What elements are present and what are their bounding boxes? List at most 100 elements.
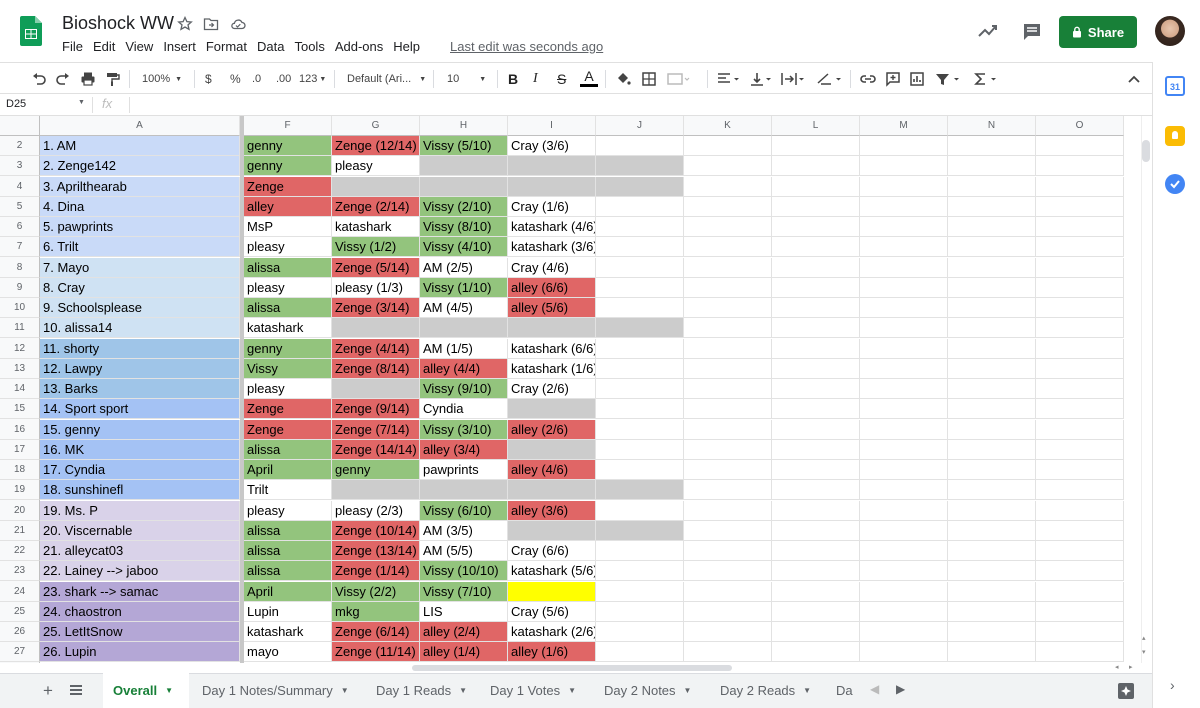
menu-edit[interactable]: Edit <box>93 39 115 55</box>
vote-cell[interactable] <box>596 439 684 460</box>
vote-cell[interactable]: Zenge <box>244 176 332 197</box>
vote-cell[interactable] <box>420 176 508 197</box>
vote-cell[interactable]: Zenge (10/14) <box>332 520 420 541</box>
vote-cell[interactable]: katashark <box>244 318 332 339</box>
column-header-g[interactable]: G <box>332 116 420 136</box>
empty-cell[interactable] <box>948 460 1036 480</box>
empty-cell[interactable] <box>684 358 772 379</box>
vote-cell[interactable]: Vissy (2/10) <box>420 196 508 217</box>
empty-cell[interactable] <box>1036 500 1124 521</box>
empty-cell[interactable] <box>1036 298 1124 318</box>
empty-cell[interactable] <box>772 277 860 298</box>
horizontal-align-icon[interactable] <box>716 71 742 87</box>
empty-cell[interactable] <box>684 419 772 440</box>
row-header[interactable]: 11 <box>0 318 40 339</box>
empty-cell[interactable] <box>684 439 772 460</box>
empty-cell[interactable] <box>772 561 860 582</box>
row-header[interactable]: 16 <box>0 419 40 440</box>
empty-cell[interactable] <box>684 460 772 480</box>
redo-icon[interactable] <box>55 71 71 87</box>
empty-cell[interactable] <box>684 500 772 521</box>
vote-cell[interactable] <box>508 480 596 501</box>
row-header[interactable]: 2 <box>0 136 40 156</box>
vote-cell[interactable]: Vissy (7/10) <box>420 581 508 602</box>
menu-view[interactable]: View <box>125 39 153 55</box>
vote-cell[interactable] <box>596 217 684 237</box>
sheet-tab[interactable]: Da <box>826 673 856 708</box>
vote-cell[interactable]: katashark <box>244 622 332 642</box>
vertical-scroll-thumb[interactable] <box>1142 140 1150 162</box>
empty-cell[interactable] <box>948 480 1036 501</box>
player-name-cell[interactable]: 13. Barks <box>40 379 240 399</box>
name-box[interactable]: D25 ▼ <box>6 98 85 110</box>
vote-cell[interactable]: katashark (2/6) <box>508 622 596 642</box>
vote-cell[interactable]: alley (6/6) <box>508 277 596 298</box>
vote-cell[interactable]: alley (5/6) <box>508 298 596 318</box>
vote-cell[interactable]: Zenge (7/14) <box>332 419 420 440</box>
empty-cell[interactable] <box>860 500 948 521</box>
empty-cell[interactable] <box>948 520 1036 541</box>
player-name-cell[interactable]: 15. genny <box>40 419 240 440</box>
empty-cell[interactable] <box>1036 622 1124 642</box>
vertical-scrollbar[interactable] <box>1141 116 1152 663</box>
empty-cell[interactable] <box>684 561 772 582</box>
font-size-select[interactable]: 10 ▼ <box>447 71 486 87</box>
empty-cell[interactable] <box>1036 581 1124 602</box>
vote-cell[interactable] <box>508 156 596 177</box>
vote-cell[interactable]: alley (2/4) <box>420 622 508 642</box>
decrease-decimal-button[interactable]: .0 <box>252 71 261 87</box>
calendar-icon[interactable]: 31 <box>1165 76 1185 96</box>
cloud-status-icon[interactable] <box>230 16 246 32</box>
tab-menu-caret-icon[interactable]: ▼ <box>165 686 173 695</box>
empty-cell[interactable] <box>948 217 1036 237</box>
empty-cell[interactable] <box>860 399 948 420</box>
vote-cell[interactable]: genny <box>244 156 332 177</box>
text-rotation-icon[interactable] <box>815 71 843 87</box>
scroll-left-arrow[interactable]: ◂ <box>1115 663 1119 671</box>
empty-cell[interactable] <box>1036 520 1124 541</box>
all-sheets-icon[interactable] <box>69 684 83 696</box>
column-header-i[interactable]: I <box>508 116 596 136</box>
empty-cell[interactable] <box>684 642 772 663</box>
empty-cell[interactable] <box>772 439 860 460</box>
empty-cell[interactable] <box>860 358 948 379</box>
player-name-cell[interactable]: 9. Schoolsplease <box>40 298 240 318</box>
empty-cell[interactable] <box>948 541 1036 561</box>
empty-cell[interactable] <box>772 379 860 399</box>
vote-cell[interactable] <box>596 601 684 622</box>
player-name-cell[interactable]: 8. Cray <box>40 277 240 298</box>
scroll-up-arrow[interactable]: ▴ <box>1142 634 1146 642</box>
player-name-cell[interactable]: 16. MK <box>40 439 240 460</box>
empty-cell[interactable] <box>860 480 948 501</box>
vote-cell[interactable] <box>596 298 684 318</box>
sheet-tab[interactable]: Day 1 Reads ▼ <box>366 673 476 708</box>
insert-comment-icon[interactable] <box>885 71 901 87</box>
empty-cell[interactable] <box>772 622 860 642</box>
empty-cell[interactable] <box>772 480 860 501</box>
vote-cell[interactable]: alley (4/6) <box>508 460 596 480</box>
vote-cell[interactable]: katashark (3/6) <box>508 237 596 258</box>
collapse-toolbar-icon[interactable] <box>1127 71 1141 87</box>
empty-cell[interactable] <box>772 399 860 420</box>
empty-cell[interactable] <box>772 217 860 237</box>
vote-cell[interactable]: Zenge (12/14) <box>332 136 420 156</box>
player-name-cell[interactable]: 11. shorty <box>40 338 240 359</box>
empty-cell[interactable] <box>1036 642 1124 663</box>
vote-cell[interactable]: April <box>244 581 332 602</box>
row-header[interactable]: 19 <box>0 480 40 501</box>
vote-cell[interactable]: Zenge (5/14) <box>332 257 420 278</box>
empty-cell[interactable] <box>948 439 1036 460</box>
vote-cell[interactable] <box>420 318 508 339</box>
empty-cell[interactable] <box>860 460 948 480</box>
empty-cell[interactable] <box>684 196 772 217</box>
vote-cell[interactable]: Zenge <box>244 399 332 420</box>
empty-cell[interactable] <box>860 176 948 197</box>
row-header[interactable]: 5 <box>0 196 40 217</box>
text-wrap-icon[interactable] <box>780 71 806 87</box>
vote-cell[interactable] <box>508 318 596 339</box>
empty-cell[interactable] <box>684 298 772 318</box>
spreadsheet-grid[interactable]: A F G H I J K L M N O 2 1. AM genny Zenge (12/14) Vissy… <box>0 116 1141 663</box>
empty-cell[interactable] <box>684 480 772 501</box>
vote-cell[interactable]: alley (1/6) <box>508 642 596 663</box>
vote-cell[interactable] <box>596 156 684 177</box>
